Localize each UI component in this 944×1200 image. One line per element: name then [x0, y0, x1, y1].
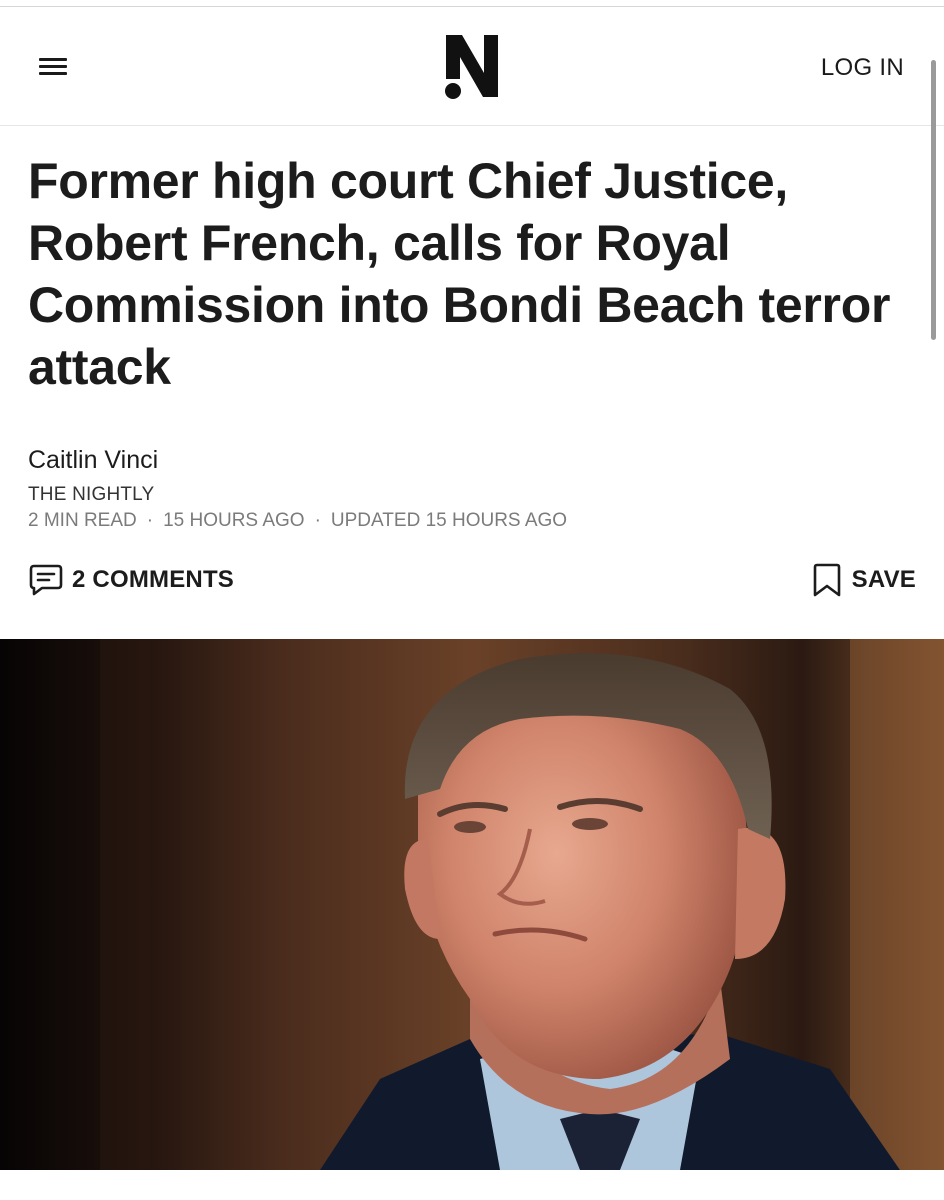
speech-bubble-icon	[29, 564, 63, 596]
logo-n-icon	[445, 35, 498, 99]
author-name[interactable]: Caitlin Vinci	[28, 446, 158, 475]
published-time: 15 HOURS AGO	[163, 510, 305, 531]
save-button[interactable]: SAVE	[812, 560, 916, 600]
site-header: LOG IN	[0, 7, 944, 126]
bookmark-icon	[813, 563, 840, 597]
article-headline: Former high court Chief Justice, Robert …	[28, 153, 891, 395]
read-time: 2 MIN READ	[28, 510, 137, 531]
meta-separator: ·	[146, 510, 154, 531]
menu-line	[39, 65, 67, 68]
hamburger-menu-icon[interactable]	[36, 53, 70, 81]
meta-separator: ·	[314, 510, 321, 531]
site-logo[interactable]	[440, 31, 504, 103]
article-meta: 2 MIN READ · 15 HOURS AGO · UPDATED 15 HOURS…	[28, 510, 567, 532]
portrait-photo	[0, 639, 944, 1170]
article-hero-image[interactable]	[0, 639, 944, 1170]
comments-label: 2 COMMENTS	[72, 566, 235, 593]
menu-line	[39, 58, 67, 61]
login-link[interactable]: LOG IN	[821, 54, 904, 82]
menu-line	[39, 72, 67, 75]
publication-name: THE NIGHTLY	[28, 484, 155, 505]
save-label: SAVE	[851, 566, 916, 593]
updated-time: UPDATED 15 HOURS AGO	[330, 510, 568, 531]
comments-button[interactable]: 2 COMMENTS	[28, 560, 234, 600]
scrollbar-thumb[interactable]	[931, 60, 936, 340]
